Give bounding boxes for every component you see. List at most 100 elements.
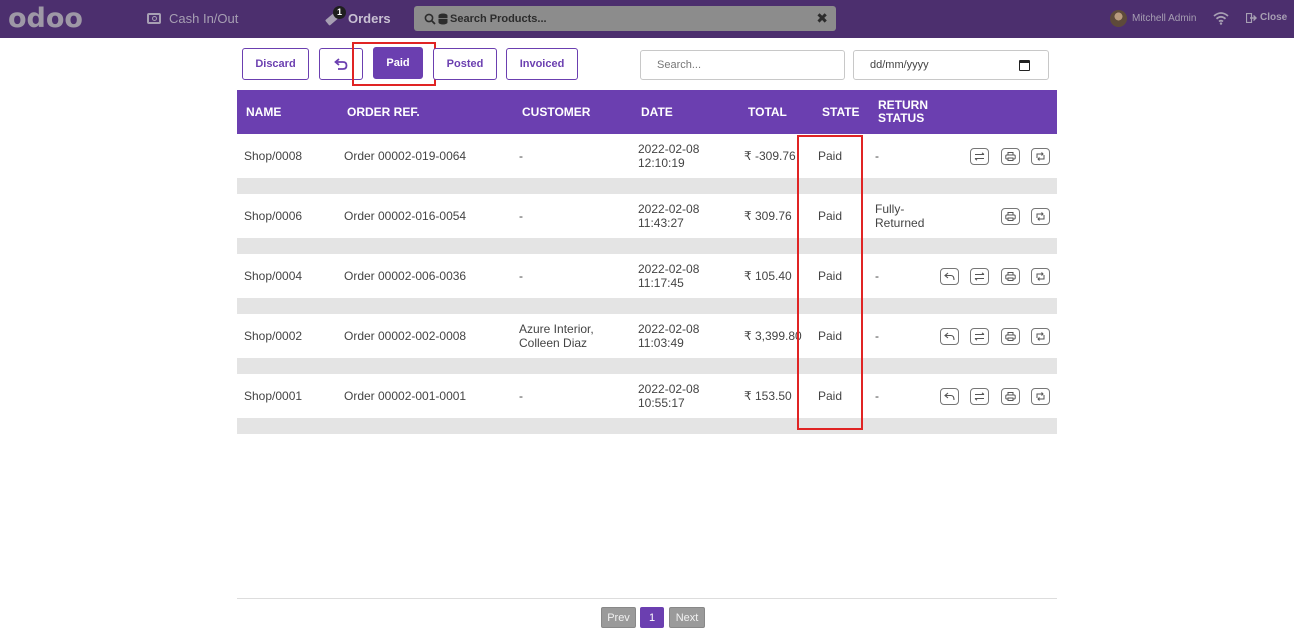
reorder-button[interactable] <box>1031 148 1050 165</box>
row-spacer <box>237 358 1057 374</box>
reorder-button[interactable] <box>1031 268 1050 285</box>
table-row[interactable]: Shop/0001 Order 00002-001-0001 - 2022-02… <box>237 374 1057 418</box>
print-button[interactable] <box>1001 208 1020 225</box>
order-name: Shop/0004 <box>244 269 303 283</box>
order-return-status: - <box>875 254 879 298</box>
date-line1: 2022-02-08 <box>638 202 700 216</box>
order-customer: - <box>519 134 523 178</box>
return-line1: - <box>875 149 879 163</box>
return-button[interactable] <box>940 328 959 345</box>
exchange-button[interactable] <box>970 268 989 285</box>
table-row[interactable]: Shop/0002 Order 00002-002-0008 Azure Int… <box>237 314 1057 358</box>
table-row[interactable]: Shop/0006 Order 00002-016-0054 - 2022-02… <box>237 194 1057 238</box>
money-icon <box>147 13 161 24</box>
order-date: 2022-02-08 11:03:49 <box>638 314 699 358</box>
order-search-placeholder: Search... <box>657 59 702 71</box>
search-products-input[interactable]: Search Products... ✖ <box>414 6 836 31</box>
header-return-status: RETURN STATUS <box>878 90 928 134</box>
order-total: ₹ -309.76 <box>744 149 796 163</box>
highlight-box <box>352 42 436 86</box>
customer-line1: - <box>519 209 523 223</box>
cash-in-out-button[interactable]: Cash In/Out <box>147 11 238 26</box>
exchange-button[interactable] <box>970 388 989 405</box>
header-return-status-line2: STATUS <box>878 111 925 125</box>
print-icon <box>1005 212 1016 221</box>
customer-line1: - <box>519 389 523 403</box>
return-line1: - <box>875 269 879 283</box>
retweet-icon <box>1036 332 1045 341</box>
top-navbar: odoo Cash In/Out Orders 1 Search Product… <box>0 0 1294 38</box>
order-name: Shop/0001 <box>244 389 303 403</box>
order-customer: - <box>519 374 523 418</box>
date-placeholder: dd/mm/yyyy <box>870 59 929 71</box>
order-return-status: - <box>875 134 879 178</box>
order-name: Shop/0002 <box>244 329 303 343</box>
return-line1: - <box>875 389 879 403</box>
reorder-button[interactable] <box>1031 208 1050 225</box>
order-ref: Order 00002-006-0036 <box>344 269 467 283</box>
date-line1: 2022-02-08 <box>638 262 700 276</box>
reply-icon <box>944 332 955 341</box>
print-icon <box>1005 272 1016 281</box>
retweet-icon <box>1036 392 1045 401</box>
header-name: NAME <box>246 104 282 119</box>
calendar-icon[interactable] <box>1019 60 1030 71</box>
reorder-button[interactable] <box>1031 388 1050 405</box>
sign-out-icon <box>1246 12 1257 23</box>
reply-icon <box>944 272 955 281</box>
order-name: Shop/0008 <box>244 149 303 163</box>
posted-filter-button[interactable]: Posted <box>433 48 497 80</box>
orders-table: NAME ORDER REF. CUSTOMER DATE TOTAL STAT… <box>237 90 1057 434</box>
exchange-icon <box>974 152 985 161</box>
print-button[interactable] <box>1001 328 1020 345</box>
customer-line1: - <box>519 269 523 283</box>
print-button[interactable] <box>1001 148 1020 165</box>
table-header: NAME ORDER REF. CUSTOMER DATE TOTAL STAT… <box>237 90 1057 134</box>
database-icon <box>438 13 448 24</box>
order-search-input[interactable]: Search... <box>640 50 845 80</box>
table-row[interactable]: Shop/0008 Order 00002-019-0064 - 2022-02… <box>237 134 1057 178</box>
order-return-status: - <box>875 314 879 358</box>
return-line1: Fully- <box>875 202 905 216</box>
order-total: ₹ 105.40 <box>744 269 792 283</box>
next-page-button[interactable]: Next <box>669 607 705 628</box>
customer-line1: Azure Interior, <box>519 322 594 336</box>
row-spacer <box>237 298 1057 314</box>
date-line2: 10:55:17 <box>638 396 685 410</box>
search-products-placeholder: Search Products... <box>450 12 547 25</box>
current-page-button[interactable]: 1 <box>640 607 664 628</box>
return-button[interactable] <box>940 268 959 285</box>
exchange-button[interactable] <box>970 148 989 165</box>
header-state: STATE <box>822 104 860 119</box>
date-line1: 2022-02-08 <box>638 142 700 156</box>
close-label: Close <box>1260 12 1288 23</box>
reorder-button[interactable] <box>1031 328 1050 345</box>
table-row[interactable]: Shop/0004 Order 00002-006-0036 - 2022-02… <box>237 254 1057 298</box>
retweet-icon <box>1036 272 1045 281</box>
retweet-icon <box>1036 152 1045 161</box>
date-line2: 11:17:45 <box>638 276 684 290</box>
print-icon <box>1005 152 1016 161</box>
date-input[interactable]: dd/mm/yyyy <box>853 50 1049 80</box>
row-spacer <box>237 418 1057 434</box>
retweet-icon <box>1036 212 1045 221</box>
exchange-icon <box>974 332 985 341</box>
invoiced-filter-button[interactable]: Invoiced <box>506 48 578 80</box>
return-button[interactable] <box>940 388 959 405</box>
discard-button[interactable]: Discard <box>242 48 309 80</box>
user-menu[interactable]: Mitchell Admin <box>1110 10 1196 27</box>
header-total: TOTAL <box>748 104 787 119</box>
exchange-button[interactable] <box>970 328 989 345</box>
order-total: ₹ 153.50 <box>744 389 792 403</box>
order-return-status: - <box>875 374 879 418</box>
print-button[interactable] <box>1001 388 1020 405</box>
prev-page-button[interactable]: Prev <box>601 607 636 628</box>
undo-icon <box>334 58 348 70</box>
close-button[interactable]: Close <box>1246 12 1287 23</box>
pagination-divider <box>237 598 1057 599</box>
print-button[interactable] <box>1001 268 1020 285</box>
user-name: Mitchell Admin <box>1132 13 1197 24</box>
order-total: ₹ 309.76 <box>744 209 792 223</box>
clear-search-icon[interactable]: ✖ <box>816 10 828 27</box>
cash-in-out-label: Cash In/Out <box>169 11 239 26</box>
